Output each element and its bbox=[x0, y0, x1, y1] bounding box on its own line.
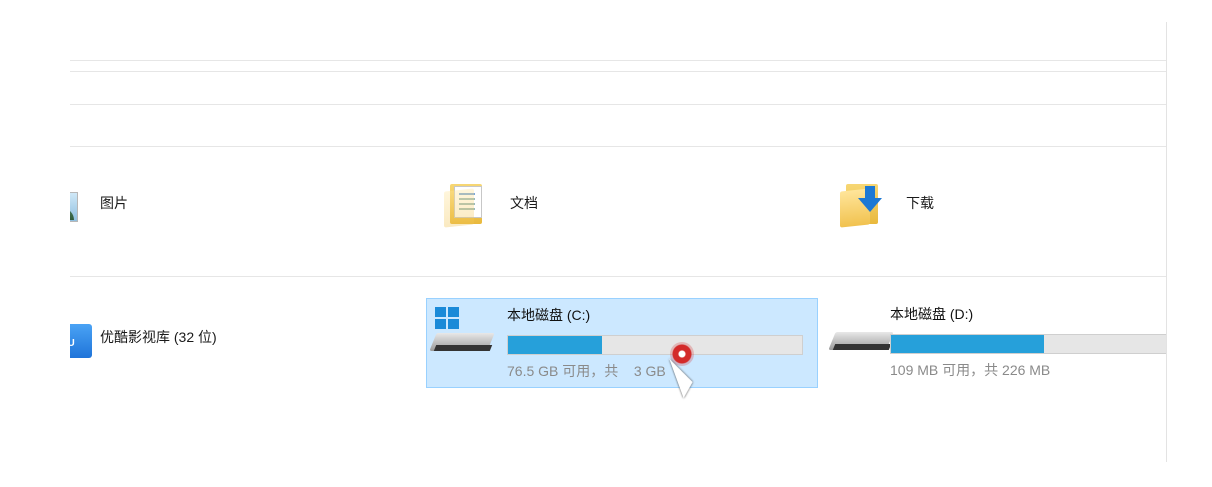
device-label: 优酷影视库 (32 位) bbox=[100, 329, 217, 345]
youku-library-icon: UKU bbox=[70, 314, 94, 360]
folder-label: 下载 bbox=[906, 195, 934, 211]
pictures-folder-icon bbox=[70, 178, 86, 228]
downloads-folder-icon bbox=[840, 178, 886, 228]
drive-d[interactable]: 本地磁盘 (D:) 109 MB 可用，共 226 MB bbox=[826, 298, 1166, 386]
drive-info: 本地磁盘 (C:) 76.5 GB 可用，共 3 GB bbox=[507, 305, 803, 381]
drive-usage-bar bbox=[507, 335, 803, 355]
drive-free-space: 109 MB 可用，共 226 MB bbox=[890, 362, 1051, 378]
drive-usage-fill bbox=[891, 335, 1044, 353]
file-explorer-window: 图片 文档 下载 UKU 优酷影视库 (32 位) bbox=[70, 22, 1166, 462]
documents-folder-icon bbox=[444, 178, 490, 228]
divider bbox=[70, 146, 1166, 147]
drive-usage-bar bbox=[890, 334, 1166, 354]
divider bbox=[70, 60, 1166, 61]
folder-downloads[interactable]: 下载 bbox=[840, 178, 934, 228]
folder-pictures[interactable]: 图片 bbox=[70, 178, 128, 228]
drive-info: 本地磁盘 (D:) 109 MB 可用，共 226 MB bbox=[890, 304, 1166, 380]
drive-space-text: 76.5 GB 可用，共 bbox=[507, 363, 619, 379]
drive-c[interactable]: 本地磁盘 (C:) 76.5 GB 可用，共 3 GB bbox=[426, 298, 818, 388]
drive-name: 本地磁盘 (D:) bbox=[890, 306, 974, 322]
left-margin bbox=[0, 0, 70, 487]
windows-drive-icon bbox=[427, 299, 497, 359]
drive-name: 本地磁盘 (C:) bbox=[507, 307, 591, 323]
drive-space-total: 3 GB bbox=[633, 363, 666, 379]
bottom-margin bbox=[0, 462, 1212, 487]
divider bbox=[70, 104, 1166, 105]
folder-documents[interactable]: 文档 bbox=[444, 178, 538, 228]
device-youku-library[interactable]: UKU 优酷影视库 (32 位) bbox=[70, 314, 217, 360]
drive-free-space: 76.5 GB 可用，共 3 GB bbox=[507, 361, 803, 381]
window-right-border bbox=[1166, 22, 1167, 462]
drive-icon bbox=[826, 298, 894, 358]
divider bbox=[70, 276, 1166, 277]
divider bbox=[70, 71, 1166, 72]
folder-label: 图片 bbox=[100, 195, 128, 211]
folder-label: 文档 bbox=[510, 195, 538, 211]
drive-usage-fill bbox=[508, 336, 603, 354]
